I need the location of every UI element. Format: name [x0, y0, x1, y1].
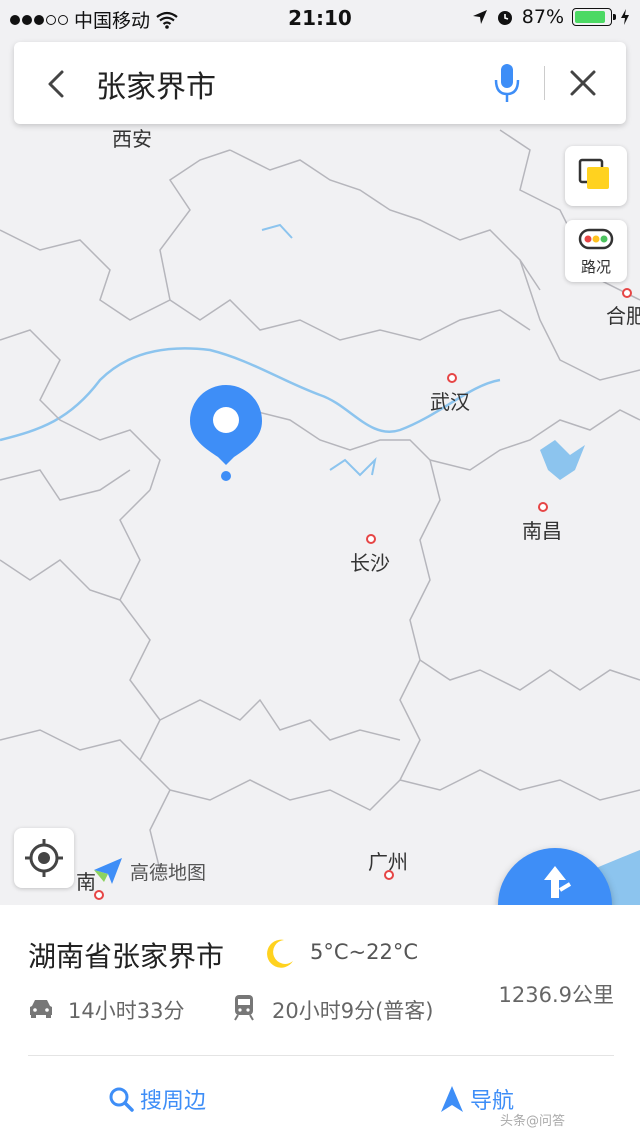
- map-view[interactable]: 西安 武汉 合肥 南昌 长沙 广州 南 路况 高德地图: [0, 0, 640, 905]
- layers-button[interactable]: [565, 146, 627, 206]
- city-dot-nan: [94, 890, 104, 900]
- search-icon: [109, 1087, 134, 1112]
- route-button[interactable]: 路线: [498, 848, 612, 905]
- city-dot-guangzhou: [384, 870, 394, 880]
- city-label-wuhan[interactable]: 武汉: [430, 386, 470, 415]
- route-arrow-icon: [544, 866, 572, 898]
- back-arrow-icon[interactable]: [38, 64, 78, 104]
- microphone-icon[interactable]: [492, 62, 522, 104]
- status-bar: 中国移动 21:10 87%: [0, 0, 640, 36]
- location-pin-icon[interactable]: [188, 383, 264, 483]
- traffic-label: 路况: [580, 258, 611, 276]
- city-dot-hefei: [622, 288, 632, 298]
- battery-level: [575, 11, 605, 23]
- city-label-xian[interactable]: 西安: [112, 123, 152, 152]
- place-name: 湖南省张家界市: [28, 940, 225, 973]
- city-dot-changsha: [366, 534, 376, 544]
- navigation-arrow-icon: [441, 1086, 463, 1112]
- city-label-hefei[interactable]: 合肥: [606, 300, 640, 329]
- traffic-button[interactable]: 路况: [565, 220, 627, 282]
- amap-logo-icon: [94, 858, 122, 884]
- search-nearby-label: 搜周边: [140, 1089, 207, 1114]
- place-detail-panel[interactable]: 湖南省张家界市 5°C~22°C 1236.9公里 14小时33分 20小时9分…: [0, 905, 640, 1138]
- amap-brand-text: 高德地图: [130, 861, 207, 884]
- train-icon: [234, 995, 254, 1021]
- locate-me-button[interactable]: [14, 828, 74, 888]
- battery-percent: 87%: [521, 6, 564, 28]
- city-dot-nanchang: [538, 502, 548, 512]
- distance: 1236.9公里: [498, 983, 614, 1007]
- charging-bolt-icon: [621, 9, 629, 25]
- car-icon: [30, 1000, 52, 1018]
- city-label-changsha[interactable]: 长沙: [350, 547, 390, 576]
- search-bar: 张家界市: [14, 42, 626, 124]
- layers-icon: [578, 158, 609, 189]
- search-input[interactable]: 张家界市: [96, 62, 216, 106]
- location-arrow-icon: [472, 10, 487, 24]
- search-divider: [544, 66, 545, 100]
- drive-time: 14小时33分: [68, 999, 185, 1023]
- search-nearby-button[interactable]: 搜周边: [108, 1083, 206, 1115]
- map-canvas: [0, 129, 640, 905]
- battery-icon: [572, 8, 616, 26]
- close-icon[interactable]: [566, 66, 600, 100]
- amap-brand: 高德地图: [92, 856, 206, 886]
- alarm-icon: [497, 11, 512, 25]
- city-dot-wuhan: [447, 373, 457, 383]
- temperature: 5°C~22°C: [310, 940, 419, 964]
- crosshair-icon: [25, 839, 63, 877]
- city-label-nanchang[interactable]: 南昌: [522, 515, 562, 544]
- moon-icon: [267, 939, 293, 968]
- watermark: 头条@问答: [500, 1114, 566, 1129]
- traffic-light-icon: [578, 228, 614, 250]
- train-time: 20小时9分(普客): [272, 999, 434, 1023]
- panel-divider: [28, 1055, 614, 1056]
